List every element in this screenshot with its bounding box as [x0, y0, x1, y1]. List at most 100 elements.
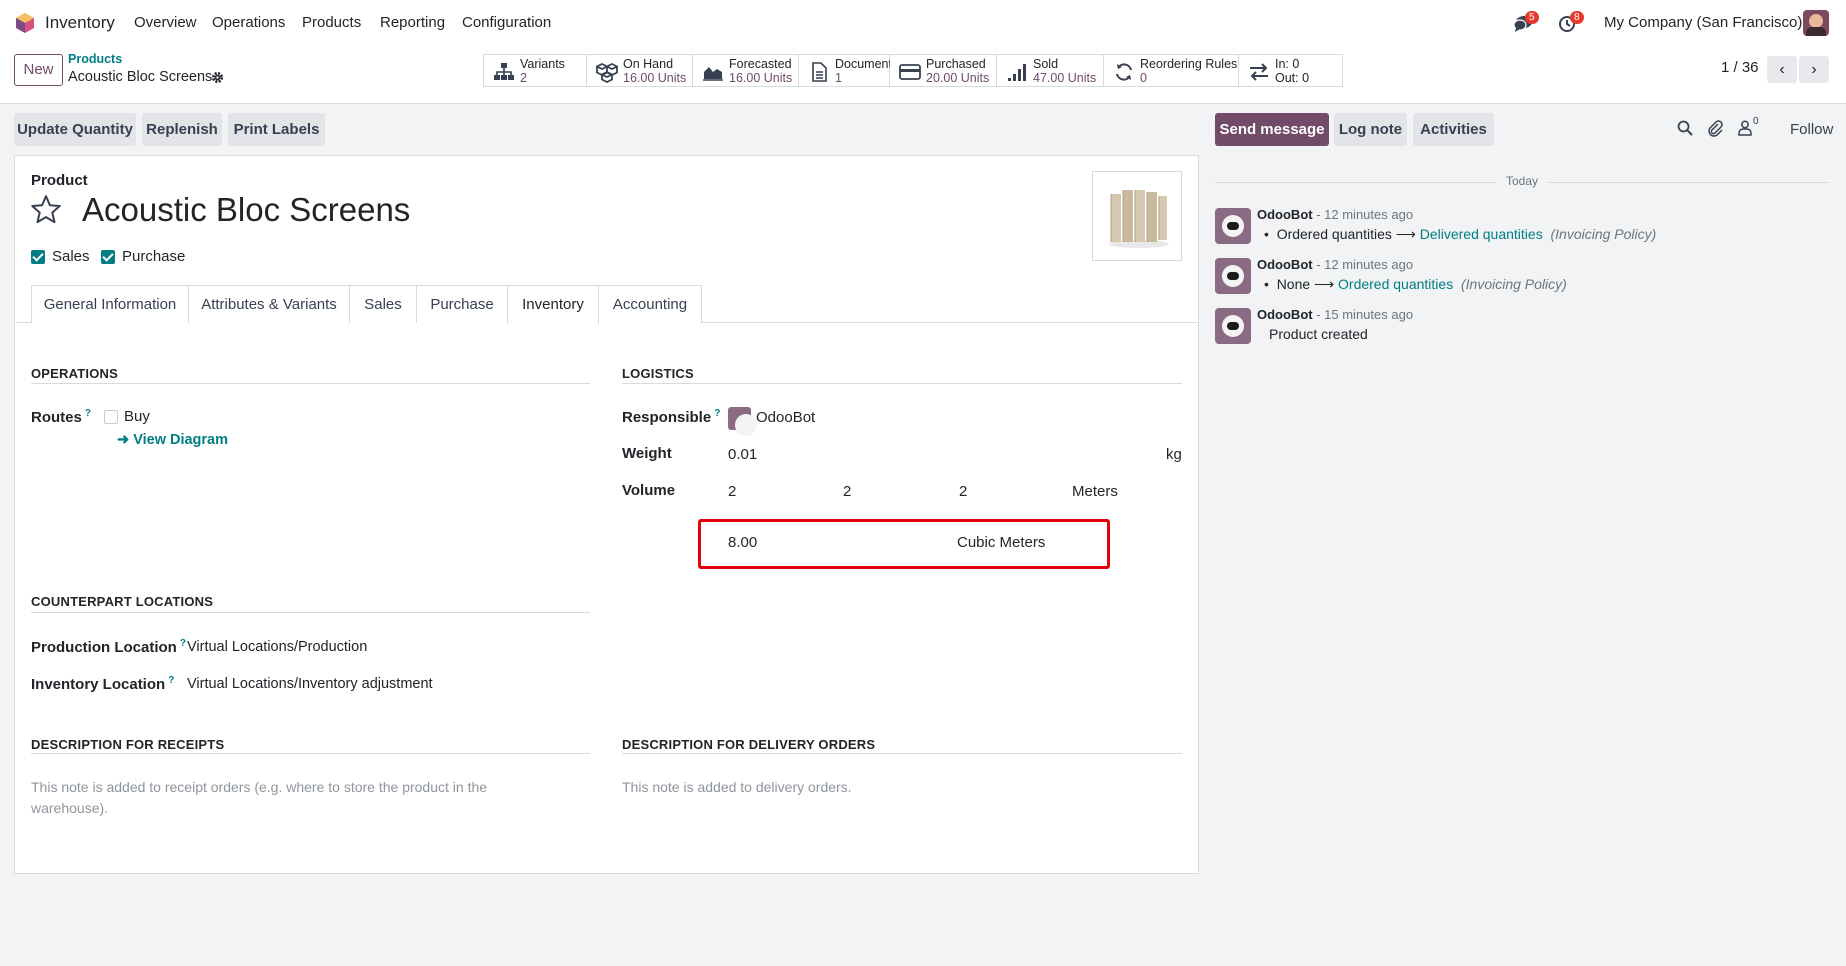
chevron-right-icon: ›: [1811, 61, 1817, 78]
new-button[interactable]: New: [14, 54, 63, 86]
gear-icon[interactable]: [211, 71, 224, 84]
follow-button[interactable]: Follow: [1790, 121, 1833, 138]
followers-button[interactable]: 0: [1735, 116, 1767, 138]
signal-icon: [1008, 64, 1026, 81]
operations-divider: [31, 383, 590, 384]
routes-label: Routes?: [31, 408, 91, 426]
search-icon[interactable]: [1677, 120, 1693, 137]
exchange-icon: [1250, 63, 1268, 81]
volume-width-input[interactable]: 2: [843, 483, 851, 500]
stat-reordering-rules[interactable]: Reordering Rules 0: [1104, 54, 1239, 87]
production-location-help-icon[interactable]: ?: [180, 638, 186, 649]
pager-previous-button[interactable]: ‹: [1767, 56, 1797, 83]
product-name[interactable]: Acoustic Bloc Screens: [82, 191, 410, 229]
production-location-value[interactable]: Virtual Locations/Production: [187, 639, 367, 655]
inventory-location-value[interactable]: Virtual Locations/Inventory adjustment: [187, 676, 433, 692]
menu-products[interactable]: Products: [302, 14, 361, 31]
message-author: OdooBot - 12 minutes ago: [1257, 207, 1414, 222]
stat-variants[interactable]: Variants 2: [483, 54, 587, 87]
stat-reordering-label: Reordering Rules: [1140, 57, 1238, 71]
menu-configuration[interactable]: Configuration: [462, 14, 551, 31]
weight-input[interactable]: 0.01: [728, 446, 757, 463]
stat-documents[interactable]: Documents 1: [799, 54, 898, 87]
message-avatar[interactable]: [1215, 258, 1251, 294]
desc-receipts-textarea[interactable]: This note is added to receipt orders (e.…: [31, 777, 501, 819]
print-labels-button[interactable]: Print Labels: [228, 113, 325, 146]
top-navbar: Inventory Overview Operations Products R…: [0, 0, 1846, 46]
star-icon[interactable]: [30, 194, 62, 225]
update-quantity-button[interactable]: Update Quantity: [14, 113, 136, 146]
credit-card-icon: [899, 64, 921, 80]
weight-label: Weight: [622, 445, 672, 462]
tab-accounting[interactable]: Accounting: [598, 285, 702, 323]
desc-delivery-title: DESCRIPTION FOR DELIVERY ORDERS: [622, 737, 876, 752]
menu-operations[interactable]: Operations: [212, 14, 285, 31]
logistics-title: LOGISTICS: [622, 366, 694, 381]
volume-height-input[interactable]: 2: [959, 483, 967, 500]
product-label: Product: [31, 172, 88, 189]
message-tracking: • Ordered quantities ⟶ Delivered quantit…: [1264, 226, 1657, 242]
purchase-checkbox[interactable]: [101, 250, 115, 264]
pager-next-button[interactable]: ›: [1799, 56, 1829, 83]
stat-on-hand-label: On Hand: [623, 57, 674, 71]
counterpart-title: COUNTERPART LOCATIONS: [31, 594, 214, 609]
tab-attributes-variants[interactable]: Attributes & Variants: [188, 285, 350, 323]
inventory-location-help-icon[interactable]: ?: [168, 675, 174, 686]
user-avatar[interactable]: [1803, 10, 1829, 36]
variants-icon: [494, 63, 514, 80]
stat-sold[interactable]: Sold 47.00 Units: [997, 54, 1104, 87]
stat-purchased[interactable]: Purchased 20.00 Units: [890, 54, 997, 87]
stat-in-label: In: 0: [1275, 57, 1300, 71]
weight-unit: kg: [1166, 446, 1182, 463]
message-avatar[interactable]: [1215, 208, 1251, 244]
stat-sold-label: Sold: [1033, 57, 1059, 71]
activities-button[interactable]: Activities: [1413, 113, 1494, 146]
view-diagram-link[interactable]: ➜ View Diagram: [117, 432, 228, 448]
date-separator: Today: [1496, 174, 1549, 188]
message-body: Product created: [1269, 326, 1368, 342]
stat-out-label: Out: 0: [1275, 71, 1310, 85]
volume-length-input[interactable]: 2: [728, 483, 736, 500]
tab-purchase[interactable]: Purchase: [416, 285, 508, 323]
tab-inventory[interactable]: Inventory: [507, 285, 599, 324]
menu-overview[interactable]: Overview: [134, 14, 197, 31]
stat-buttons: Variants 2 On Hand 16.00 Units Forecasted 1…: [483, 46, 1361, 104]
desc-receipts-title: DESCRIPTION FOR RECEIPTS: [31, 737, 225, 752]
log-note-button[interactable]: Log note: [1334, 113, 1407, 146]
tab-general-information[interactable]: General Information: [31, 285, 189, 323]
tab-sales[interactable]: Sales: [349, 285, 417, 323]
activities-button[interactable]: 8: [1558, 11, 1584, 34]
company-switcher[interactable]: My Company (San Francisco): [1604, 14, 1802, 31]
stat-purchased-value: 20.00 Units: [926, 71, 990, 85]
volume-highlight-box: [698, 519, 1110, 569]
send-message-button[interactable]: Send message: [1215, 113, 1329, 146]
activities-badge: 8: [1570, 11, 1584, 24]
stat-in-out[interactable]: In: 0 Out: 0: [1239, 54, 1343, 87]
pager-value[interactable]: 1 / 36: [1721, 59, 1759, 76]
message-avatar[interactable]: [1215, 308, 1251, 344]
stat-variants-label: Variants: [520, 57, 565, 71]
sales-checkbox[interactable]: [31, 250, 45, 264]
stat-forecasted-label: Forecasted: [729, 57, 792, 71]
cubes-icon: [596, 62, 618, 83]
app-name[interactable]: Inventory: [45, 13, 115, 33]
desc-delivery-textarea[interactable]: This note is added to delivery orders.: [622, 777, 1162, 798]
document-icon: [812, 62, 827, 82]
inventory-location-label: Inventory Location?: [31, 675, 175, 693]
routes-help-icon[interactable]: ?: [85, 408, 91, 419]
replenish-button[interactable]: Replenish: [142, 113, 222, 146]
paperclip-icon[interactable]: [1707, 120, 1723, 137]
stat-forecasted[interactable]: Forecasted 16.00 Units: [693, 54, 799, 87]
chevron-left-icon: ‹: [1779, 61, 1785, 78]
breadcrumb-products[interactable]: Products: [68, 52, 122, 66]
product-image[interactable]: [1092, 171, 1182, 261]
desc-delivery-divider: [622, 753, 1182, 754]
inventory-app-icon[interactable]: [15, 12, 35, 34]
menu-reporting[interactable]: Reporting: [380, 14, 445, 31]
responsible-value[interactable]: OdooBot: [756, 409, 815, 426]
message-tracking: • None ⟶ Ordered quantities (Invoicing P…: [1264, 276, 1567, 292]
responsible-help-icon[interactable]: ?: [714, 408, 720, 419]
route-buy-checkbox[interactable]: [104, 410, 118, 424]
messages-button[interactable]: 5: [1513, 11, 1539, 34]
stat-on-hand[interactable]: On Hand 16.00 Units: [587, 54, 693, 87]
